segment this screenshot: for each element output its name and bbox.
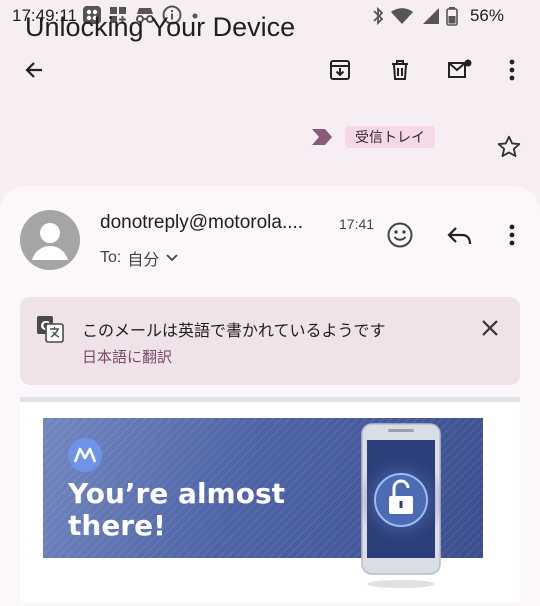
battery-percent: 56% bbox=[469, 6, 504, 25]
translate-icon: G bbox=[37, 316, 64, 343]
battery-icon bbox=[446, 7, 458, 26]
top-app-bar bbox=[0, 44, 540, 96]
archive-button[interactable] bbox=[316, 44, 364, 96]
star-icon[interactable] bbox=[496, 134, 522, 160]
sender-address[interactable]: donotreply@motorola.... bbox=[100, 212, 303, 234]
to-prefix: To: bbox=[100, 249, 122, 266]
motorola-logo bbox=[68, 438, 102, 472]
reply-icon[interactable] bbox=[446, 224, 474, 248]
bluetooth-icon bbox=[373, 6, 384, 26]
close-icon[interactable] bbox=[480, 318, 500, 338]
recipient-name: 自分 bbox=[127, 252, 160, 269]
chevron-down-icon bbox=[166, 254, 178, 262]
email-subject: Unlocking Your Device bbox=[25, 12, 296, 42]
back-button[interactable] bbox=[10, 44, 58, 96]
translate-link[interactable]: 日本語に翻訳 bbox=[82, 346, 172, 367]
recipient-line[interactable]: To: 自分 bbox=[100, 246, 179, 270]
message-more-icon[interactable] bbox=[509, 224, 515, 246]
inbox-label-chip[interactable]: 受信トレイ bbox=[345, 126, 435, 148]
emoji-icon[interactable] bbox=[386, 221, 414, 249]
more-vert-icon bbox=[509, 59, 515, 81]
more-options-button[interactable] bbox=[488, 44, 536, 96]
back-arrow-icon bbox=[25, 62, 42, 78]
avatar[interactable] bbox=[20, 210, 80, 270]
translate-message: このメールは英語で書かれているようです bbox=[82, 323, 386, 340]
person-icon bbox=[32, 223, 68, 260]
label-arrow-icon bbox=[312, 129, 332, 145]
delete-icon bbox=[392, 60, 408, 80]
banner-title: You’re almost there! bbox=[68, 477, 286, 542]
mark-unread-icon bbox=[448, 59, 472, 78]
archive-icon bbox=[330, 60, 350, 80]
received-time: 17:41 bbox=[339, 216, 375, 232]
motorola-logo-icon bbox=[73, 447, 97, 463]
wifi-icon bbox=[391, 8, 413, 24]
phone-unlock-illustration bbox=[360, 423, 445, 588]
delete-button[interactable] bbox=[376, 44, 424, 96]
translate-banner bbox=[20, 297, 520, 385]
signal-icon bbox=[423, 8, 439, 24]
system-icons bbox=[371, 6, 458, 26]
mark-unread-button[interactable] bbox=[436, 44, 484, 96]
